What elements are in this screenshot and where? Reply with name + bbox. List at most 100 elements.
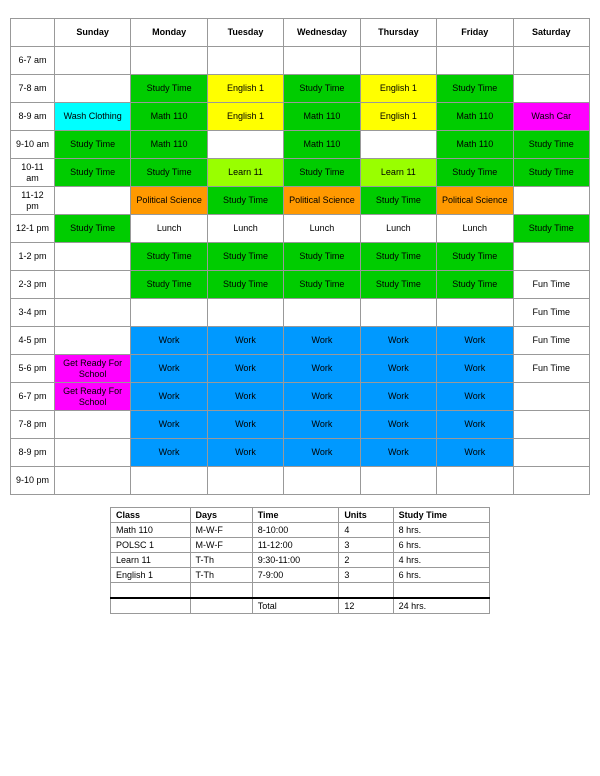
time-slot: 1-2 pm [11, 243, 55, 271]
monday-header: Monday [131, 19, 207, 47]
schedule-cell [437, 467, 513, 495]
schedule-cell: Work [360, 411, 436, 439]
summary-total-empty1 [111, 598, 191, 614]
time-slot: 12-1 pm [11, 215, 55, 243]
summary-cell: 6 hrs. [393, 568, 489, 583]
schedule-cell: Study Time [513, 215, 590, 243]
schedule-cell: Fun Time [513, 299, 590, 327]
summary-units-header: Units [339, 508, 393, 523]
schedule-table: Sunday Monday Tuesday Wednesday Thursday… [10, 18, 590, 495]
summary-total-units: 12 [339, 598, 393, 614]
schedule-cell: Fun Time [513, 327, 590, 355]
schedule-cell [54, 411, 130, 439]
summary-cell: 6 hrs. [393, 538, 489, 553]
schedule-cell [284, 47, 360, 75]
sunday-header: Sunday [54, 19, 130, 47]
summary-cell: 8 hrs. [393, 523, 489, 538]
schedule-cell [513, 467, 590, 495]
schedule-cell: Work [437, 411, 513, 439]
summary-cell: 4 [339, 523, 393, 538]
schedule-cell: Math 110 [437, 103, 513, 131]
schedule-cell: Study Time [207, 243, 283, 271]
summary-cell: 3 [339, 568, 393, 583]
summary-days-header: Days [190, 508, 252, 523]
schedule-cell: Work [360, 439, 436, 467]
schedule-cell: Get Ready For School [54, 355, 130, 383]
schedule-cell [131, 47, 207, 75]
schedule-cell: Lunch [207, 215, 283, 243]
schedule-cell: Work [131, 411, 207, 439]
time-slot: 6-7 pm [11, 383, 55, 411]
time-slot: 6-7 am [11, 47, 55, 75]
summary-cell: 11-12:00 [252, 538, 339, 553]
schedule-cell: Study Time [360, 243, 436, 271]
time-slot: 9-10 pm [11, 467, 55, 495]
schedule-cell [54, 439, 130, 467]
time-slot: 8-9 am [11, 103, 55, 131]
schedule-cell [513, 187, 590, 215]
summary-table: Class Days Time Units Study Time Math 11… [110, 507, 490, 614]
schedule-cell: Study Time [54, 131, 130, 159]
schedule-cell [437, 47, 513, 75]
schedule-cell: Learn 11 [360, 159, 436, 187]
schedule-cell [54, 187, 130, 215]
schedule-cell: Study Time [437, 243, 513, 271]
time-slot: 4-5 pm [11, 327, 55, 355]
schedule-cell [207, 467, 283, 495]
schedule-cell: Work [437, 355, 513, 383]
schedule-cell: Study Time [284, 271, 360, 299]
schedule-cell: Study Time [437, 271, 513, 299]
schedule-cell [54, 299, 130, 327]
schedule-cell: Study Time [131, 271, 207, 299]
schedule-cell: Wash Car [513, 103, 590, 131]
schedule-cell: Study Time [437, 159, 513, 187]
schedule-cell [284, 467, 360, 495]
saturday-header: Saturday [513, 19, 590, 47]
schedule-cell: Work [284, 327, 360, 355]
summary-empty-cell [190, 583, 252, 599]
summary-cell: T-Th [190, 568, 252, 583]
time-slot: 5-6 pm [11, 355, 55, 383]
schedule-cell: Learn 11 [207, 159, 283, 187]
schedule-cell [131, 467, 207, 495]
schedule-cell [207, 47, 283, 75]
schedule-cell: Work [360, 383, 436, 411]
schedule-cell: Study Time [360, 271, 436, 299]
schedule-cell: Lunch [437, 215, 513, 243]
summary-cell: POLSC 1 [111, 538, 191, 553]
time-slot: 10-11 am [11, 159, 55, 187]
schedule-cell: Work [360, 355, 436, 383]
summary-cell: 4 hrs. [393, 553, 489, 568]
summary-empty-cell [339, 583, 393, 599]
summary-studytime-header: Study Time [393, 508, 489, 523]
schedule-cell: Political Science [131, 187, 207, 215]
summary-cell: Learn 11 [111, 553, 191, 568]
schedule-cell [360, 467, 436, 495]
summary-cell: 7-9:00 [252, 568, 339, 583]
schedule-cell: Study Time [131, 159, 207, 187]
summary-cell: 3 [339, 538, 393, 553]
schedule-cell [513, 75, 590, 103]
schedule-cell: Work [360, 327, 436, 355]
schedule-cell: English 1 [360, 75, 436, 103]
schedule-cell [54, 327, 130, 355]
time-slot: 8-9 pm [11, 439, 55, 467]
thursday-header: Thursday [360, 19, 436, 47]
schedule-cell: Study Time [207, 271, 283, 299]
schedule-cell: Study Time [131, 243, 207, 271]
schedule-cell: Study Time [360, 187, 436, 215]
schedule-cell: Work [131, 439, 207, 467]
schedule-cell: Math 110 [131, 103, 207, 131]
summary-empty-cell [111, 583, 191, 599]
schedule-cell [54, 271, 130, 299]
schedule-cell [54, 467, 130, 495]
schedule-cell: Work [207, 383, 283, 411]
time-slot: 3-4 pm [11, 299, 55, 327]
friday-header: Friday [437, 19, 513, 47]
schedule-cell: Study Time [54, 159, 130, 187]
schedule-cell: Work [207, 439, 283, 467]
schedule-cell: Work [131, 327, 207, 355]
summary-cell: M-W-F [190, 523, 252, 538]
schedule-cell: Work [284, 355, 360, 383]
schedule-cell [513, 383, 590, 411]
